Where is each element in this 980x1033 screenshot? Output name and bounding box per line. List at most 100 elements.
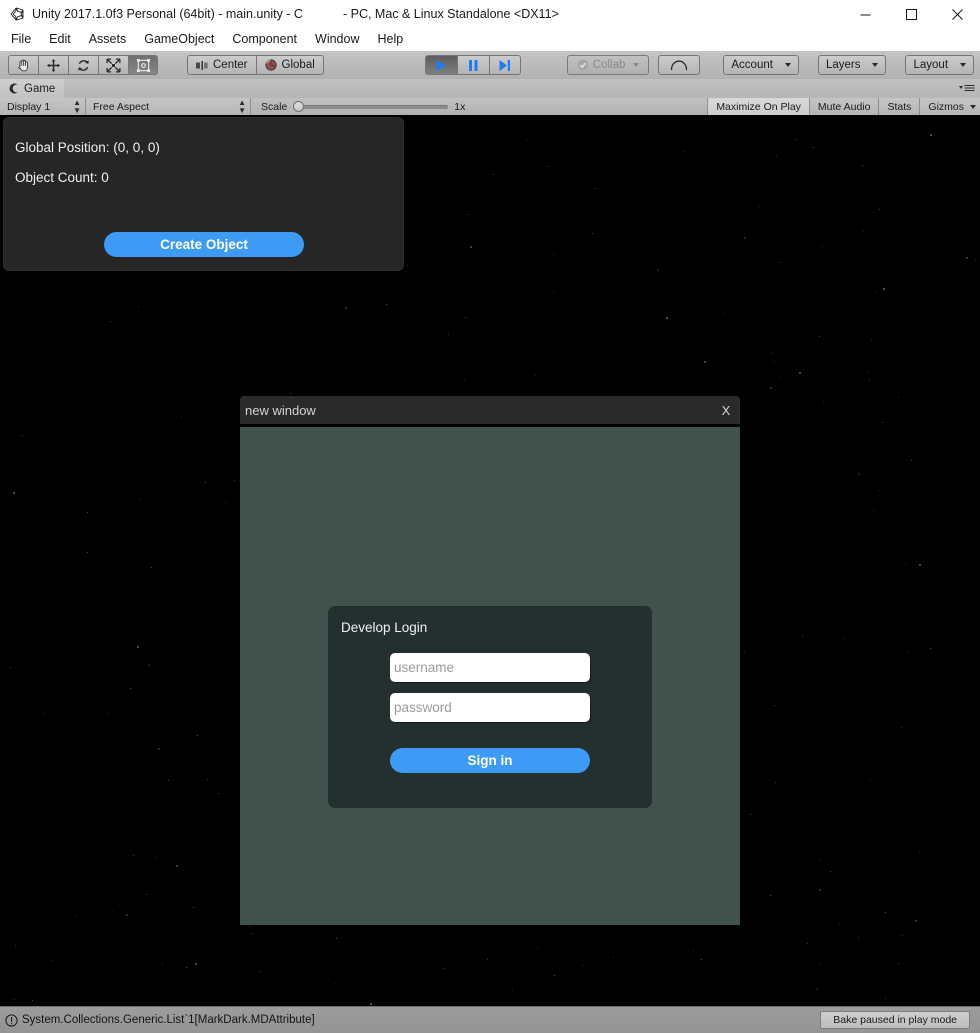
star xyxy=(251,933,252,934)
cloud-services-button[interactable] xyxy=(658,55,700,75)
new-window-body: Develop Login username password Sign in xyxy=(240,427,740,925)
star xyxy=(110,321,111,322)
star xyxy=(553,291,554,292)
pivot-group: Center Global xyxy=(187,55,324,75)
collab-button[interactable]: Collab xyxy=(567,55,650,75)
layout-dropdown[interactable]: Layout xyxy=(905,55,974,75)
star xyxy=(771,352,772,353)
menu-item-component[interactable]: Component xyxy=(223,28,306,51)
star xyxy=(816,988,818,990)
status-message[interactable]: System.Collections.Generic.List`1[MarkDa… xyxy=(22,1014,315,1026)
star xyxy=(873,510,874,511)
star xyxy=(693,950,694,951)
sign-in-button[interactable]: Sign in xyxy=(390,748,590,773)
star xyxy=(462,991,463,992)
star xyxy=(335,983,336,984)
rotate-tool[interactable] xyxy=(68,55,98,75)
window-platform-title: - PC, Mac & Linux Standalone <DX11> xyxy=(343,7,559,21)
game-view[interactable]: Global Position: (0, 0, 0) Object Count:… xyxy=(0,115,980,1006)
star xyxy=(537,948,538,949)
scale-slider[interactable] xyxy=(293,101,448,113)
star xyxy=(631,154,632,155)
star xyxy=(76,915,77,916)
panel-menu-icon[interactable] xyxy=(959,84,975,93)
star xyxy=(43,713,44,714)
scale-tool[interactable] xyxy=(98,55,128,75)
star xyxy=(657,269,659,271)
pivot-mode-button[interactable]: Center xyxy=(187,55,256,75)
play-button[interactable] xyxy=(425,55,457,75)
close-button[interactable] xyxy=(934,0,980,28)
star xyxy=(820,860,821,861)
password-field[interactable]: password xyxy=(390,693,590,722)
star xyxy=(197,735,198,736)
close-icon[interactable]: X xyxy=(712,396,740,424)
star xyxy=(592,233,593,234)
star xyxy=(823,401,824,402)
star xyxy=(260,971,261,972)
step-button[interactable] xyxy=(489,55,521,75)
create-object-button[interactable]: Create Object xyxy=(104,232,304,257)
star xyxy=(465,281,466,282)
chevron-down-icon[interactable] xyxy=(970,105,976,109)
aspect-dropdown[interactable]: Free Aspect ▲▼ xyxy=(86,98,251,115)
star xyxy=(830,871,831,872)
star xyxy=(883,288,885,290)
star xyxy=(724,313,725,314)
menu-bar: File Edit Assets GameObject Component Wi… xyxy=(0,28,980,52)
star xyxy=(512,990,513,991)
object-count-label: Object Count: 0 xyxy=(15,170,109,185)
menu-item-gameobject[interactable]: GameObject xyxy=(135,28,223,51)
star xyxy=(845,218,846,219)
account-label: Account xyxy=(731,59,773,71)
star xyxy=(871,340,872,341)
rotation-mode-button[interactable]: Global xyxy=(256,55,324,75)
username-field[interactable]: username xyxy=(390,653,590,682)
star xyxy=(444,968,445,969)
new-window-title: new window xyxy=(245,403,316,418)
mute-audio-toggle[interactable]: Mute Audio xyxy=(809,98,879,115)
gizmos-toggle[interactable]: Gizmos xyxy=(919,98,980,115)
tab-game[interactable]: Game xyxy=(0,79,64,98)
minimize-button[interactable] xyxy=(842,0,888,28)
star xyxy=(870,780,871,781)
star xyxy=(151,567,152,568)
stats-toggle[interactable]: Stats xyxy=(878,98,919,115)
star xyxy=(915,920,917,922)
slider-knob[interactable] xyxy=(293,101,304,112)
pause-button[interactable] xyxy=(457,55,489,75)
layers-dropdown[interactable]: Layers xyxy=(818,55,887,75)
maximize-button[interactable] xyxy=(888,0,934,28)
star xyxy=(207,779,208,780)
menu-item-window[interactable]: Window xyxy=(306,28,368,51)
star xyxy=(919,564,921,566)
star xyxy=(137,646,139,648)
os-title-bar: Unity 2017.1.0f3 Personal (64bit) - main… xyxy=(0,0,980,29)
star xyxy=(228,533,229,534)
star xyxy=(112,910,113,911)
star xyxy=(468,214,469,215)
account-dropdown[interactable]: Account xyxy=(723,55,799,75)
star xyxy=(407,265,408,266)
star xyxy=(553,254,554,255)
maximize-on-play-toggle[interactable]: Maximize On Play xyxy=(707,98,809,115)
menu-item-assets[interactable]: Assets xyxy=(80,28,136,51)
star xyxy=(780,262,781,263)
menu-item-help[interactable]: Help xyxy=(368,28,412,51)
star xyxy=(156,857,157,858)
tab-game-label: Game xyxy=(24,83,55,95)
new-window-title-bar[interactable]: new window X xyxy=(240,396,740,424)
move-tool[interactable] xyxy=(38,55,68,75)
menu-item-edit[interactable]: Edit xyxy=(40,28,80,51)
gizmos-label: Gizmos xyxy=(928,101,964,113)
unity-logo-icon xyxy=(4,0,30,28)
star xyxy=(822,246,823,247)
menu-item-file[interactable]: File xyxy=(2,28,40,51)
display-dropdown[interactable]: Display 1 ▲▼ xyxy=(0,98,86,115)
hand-tool[interactable] xyxy=(8,55,38,75)
star xyxy=(87,512,88,513)
rect-transform-tool[interactable] xyxy=(128,55,158,75)
star xyxy=(15,945,16,946)
collab-check-icon xyxy=(577,59,589,71)
star xyxy=(148,664,150,666)
